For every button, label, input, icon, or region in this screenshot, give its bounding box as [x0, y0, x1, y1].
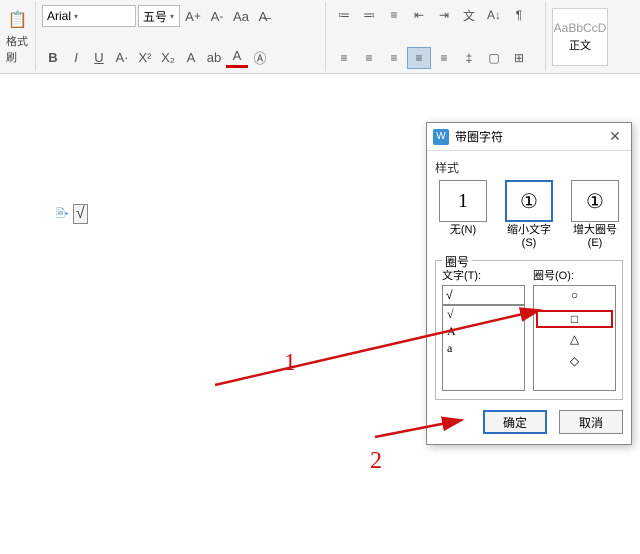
bold-button[interactable]: B — [42, 46, 64, 68]
change-case-icon[interactable]: Aa — [230, 5, 252, 27]
distribute-icon[interactable]: ≡ — [432, 47, 456, 69]
text-input[interactable] — [442, 285, 525, 305]
style-shrink-preview: ① — [505, 180, 553, 222]
line-spacing-icon[interactable]: ‡ — [457, 47, 481, 69]
annotation-number-1: 1 — [284, 350, 296, 377]
format-painter-label: 格式刷 — [6, 33, 29, 65]
styles-group: AaBbCcD 正文 — [546, 2, 614, 71]
document-cursor: 🗎▸ √ — [56, 204, 88, 224]
superscript-icon[interactable]: X² — [134, 46, 156, 68]
app-icon: W — [433, 129, 449, 145]
format-painter-icon: 📋 — [8, 9, 28, 31]
increase-indent-icon[interactable]: ⇥ — [432, 4, 456, 26]
bullets-icon[interactable]: ≔ — [332, 4, 356, 26]
dialog-titlebar[interactable]: W 带圈字符 ✕ — [427, 123, 631, 151]
strike-button[interactable]: A· — [111, 46, 133, 68]
circle-listbox[interactable]: ○ □ △ ◇ — [533, 285, 616, 391]
text-direction-icon[interactable]: 文 — [457, 4, 481, 26]
text-effects-icon[interactable]: A — [180, 46, 202, 68]
grow-font-icon[interactable]: A+ — [182, 5, 204, 27]
align-right-icon[interactable]: ≡ — [382, 47, 406, 69]
style-shrink[interactable]: ① 缩小文字(S) — [501, 180, 557, 250]
numbering-icon[interactable]: ≕ — [357, 4, 381, 26]
circle-column-label: 圈号(O): — [533, 267, 616, 283]
style-label: 正文 — [569, 37, 591, 53]
style-none-label: 无(N) — [450, 224, 476, 237]
multilevel-icon[interactable]: ≡ — [382, 4, 406, 26]
show-marks-icon[interactable]: ¶ — [507, 4, 531, 26]
list-item[interactable]: A — [443, 323, 524, 340]
chevron-down-icon: ▾ — [170, 12, 174, 21]
style-sample-text: AaBbCcD — [554, 21, 607, 35]
inserted-character: √ — [73, 204, 88, 224]
sort-icon[interactable]: A↓ — [482, 4, 506, 26]
circle-section-label: 圈号 — [442, 253, 472, 270]
style-none-preview: 1 — [439, 180, 487, 222]
style-enlarge-label: 增大圈号(E) — [567, 224, 623, 250]
format-painter-group[interactable]: 📋 格式刷 — [0, 2, 36, 71]
highlight-icon[interactable]: ab — [203, 46, 225, 68]
ribbon-toolbar: 📋 格式刷 Arial▾ 五号▾ A+ A- Aa A̶ B I U A· X²… — [0, 0, 640, 74]
annotation-number-2: 2 — [370, 448, 382, 475]
dialog-title: 带圈字符 — [455, 128, 605, 145]
align-justify-icon[interactable]: ≡ — [407, 47, 431, 69]
enclose-char-icon[interactable]: Ⓐ — [249, 46, 271, 68]
style-section-label: 样式 — [435, 159, 623, 176]
paragraph-group: ≔ ≕ ≡ ⇤ ⇥ 文 A↓ ¶ ≡ ≡ ≡ ≡ ≡ ‡ ▢ ⊞ — [326, 2, 546, 71]
enclose-dialog: W 带圈字符 ✕ 样式 1 无(N) ① 缩小文字(S) ① 增大圈号(E) 圈… — [426, 122, 632, 445]
italic-button[interactable]: I — [65, 46, 87, 68]
font-color-icon[interactable]: A — [226, 46, 248, 68]
shape-triangle[interactable]: △ — [534, 332, 615, 350]
text-listbox[interactable]: √ A a — [442, 305, 525, 391]
decrease-indent-icon[interactable]: ⇤ — [407, 4, 431, 26]
underline-button[interactable]: U — [88, 46, 110, 68]
style-enlarge[interactable]: ① 增大圈号(E) — [567, 180, 623, 250]
clear-format-icon[interactable]: A̶ — [254, 5, 272, 27]
chevron-down-icon: ▾ — [74, 12, 78, 21]
align-center-icon[interactable]: ≡ — [357, 47, 381, 69]
ok-button[interactable]: 确定 — [483, 410, 547, 434]
list-item[interactable]: √ — [443, 306, 524, 323]
cancel-button[interactable]: 取消 — [559, 410, 623, 434]
style-normal[interactable]: AaBbCcD 正文 — [552, 8, 608, 66]
shape-circle[interactable]: ○ — [534, 288, 615, 306]
shrink-font-icon[interactable]: A- — [206, 5, 228, 27]
page-break-icon: 🗎▸ — [56, 205, 69, 224]
shape-diamond[interactable]: ◇ — [534, 354, 615, 372]
subscript-icon[interactable]: X₂ — [157, 46, 179, 68]
close-icon[interactable]: ✕ — [605, 128, 625, 145]
style-none[interactable]: 1 无(N) — [435, 180, 491, 250]
font-name-select[interactable]: Arial▾ — [42, 5, 136, 27]
font-size-select[interactable]: 五号▾ — [138, 5, 180, 27]
shape-square[interactable]: □ — [536, 310, 613, 328]
font-group: Arial▾ 五号▾ A+ A- Aa A̶ B I U A· X² X₂ A … — [36, 2, 326, 71]
align-left-icon[interactable]: ≡ — [332, 47, 356, 69]
shading-icon[interactable]: ▢ — [482, 47, 506, 69]
circle-section: 圈号 文字(T): √ A a 圈号(O): ○ □ △ — [435, 260, 623, 400]
style-enlarge-preview: ① — [571, 180, 619, 222]
borders-icon[interactable]: ⊞ — [507, 47, 531, 69]
list-item[interactable]: a — [443, 340, 524, 357]
style-shrink-label: 缩小文字(S) — [501, 224, 557, 250]
